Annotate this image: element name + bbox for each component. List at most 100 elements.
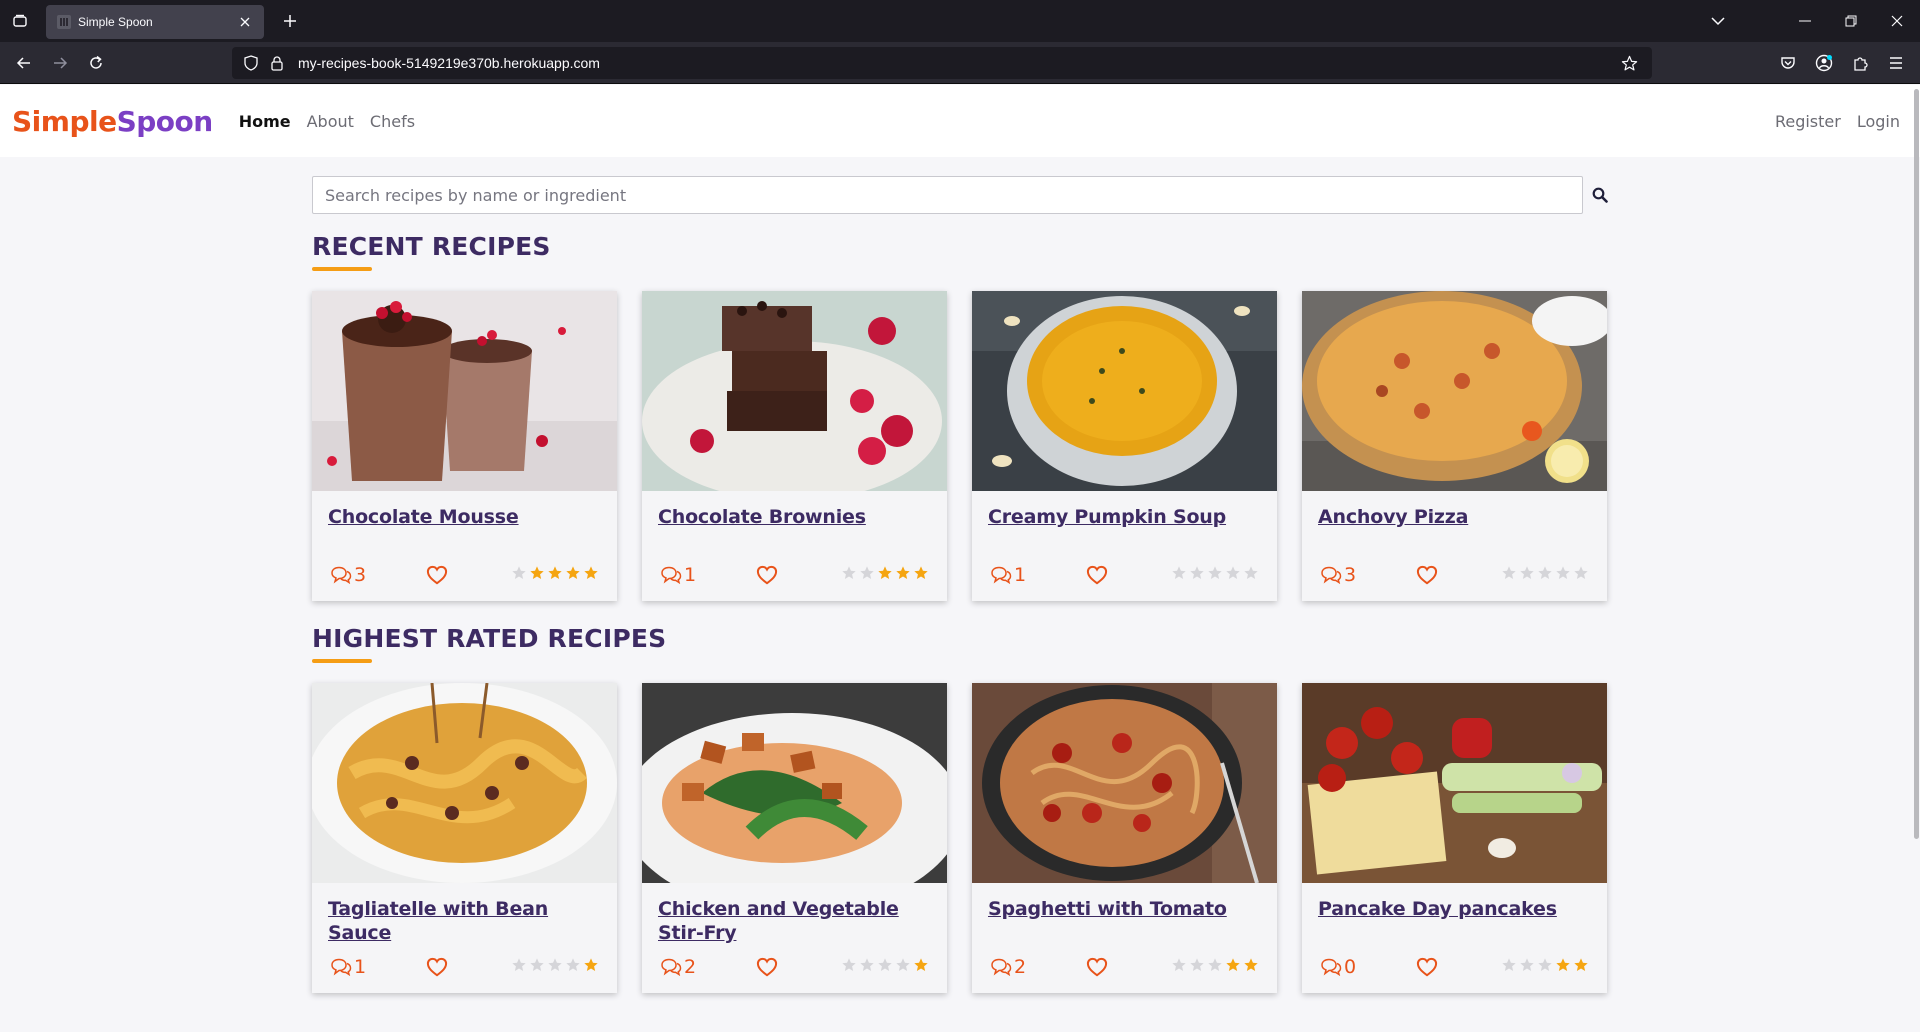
like-heart-icon[interactable]: [1416, 956, 1440, 978]
recipe-card-footer: 3: [1320, 563, 1589, 587]
padlock-icon[interactable]: [266, 52, 288, 74]
recipe-title-link[interactable]: Creamy Pumpkin Soup: [988, 505, 1261, 529]
logo-text-simple: Simple: [12, 104, 117, 138]
star-empty-icon: [565, 957, 581, 977]
comments-icon: [331, 566, 352, 584]
reload-icon[interactable]: [78, 45, 114, 81]
recipe-image[interactable]: [312, 683, 617, 883]
star-empty-icon: [1243, 565, 1259, 585]
like-heart-icon[interactable]: [426, 564, 450, 586]
recipe-card[interactable]: Chicken and Vegetable Stir-Fry 2: [642, 683, 947, 993]
nav-home-link[interactable]: Home: [239, 112, 291, 131]
close-window-icon[interactable]: [1874, 0, 1920, 42]
new-tab-plus-icon[interactable]: [274, 5, 306, 37]
rating-stars[interactable]: [1501, 957, 1589, 977]
address-bar[interactable]: my-recipes-book-5149219e370b.herokuapp.c…: [232, 47, 1652, 79]
restore-window-icon[interactable]: [1828, 0, 1874, 42]
recipe-title-link[interactable]: Anchovy Pizza: [1318, 505, 1591, 529]
main-nav: Home About Chefs: [239, 112, 415, 131]
rating-stars[interactable]: [1171, 957, 1259, 977]
comments-count-value: 0: [1344, 956, 1357, 978]
page-scrollbar[interactable]: [1912, 85, 1920, 1032]
nav-chefs-link[interactable]: Chefs: [370, 112, 415, 131]
recipe-title-link[interactable]: Pancake Day pancakes: [1318, 897, 1591, 921]
recipe-image[interactable]: [312, 291, 617, 491]
nav-about-link[interactable]: About: [307, 112, 354, 131]
recipe-card[interactable]: Anchovy Pizza 3: [1302, 291, 1607, 601]
login-link[interactable]: Login: [1857, 112, 1900, 131]
bookmark-star-icon[interactable]: [1618, 52, 1640, 74]
account-avatar-icon[interactable]: [1806, 45, 1842, 81]
comments-count[interactable]: 1: [330, 956, 426, 978]
recipe-image[interactable]: [642, 291, 947, 491]
recipe-title-link[interactable]: Chocolate Mousse: [328, 505, 601, 529]
recipe-card[interactable]: Spaghetti with Tomato 2: [972, 683, 1277, 993]
hamburger-menu-icon[interactable]: [1878, 45, 1914, 81]
like-heart-icon[interactable]: [756, 956, 780, 978]
star-filled-icon: [1555, 957, 1571, 977]
recipe-search-input[interactable]: [312, 176, 1583, 214]
recipe-title-link[interactable]: Chocolate Brownies: [658, 505, 931, 529]
like-heart-icon[interactable]: [426, 956, 450, 978]
extensions-puzzle-icon[interactable]: [1842, 45, 1878, 81]
like-heart-icon[interactable]: [756, 564, 780, 586]
comments-count[interactable]: 0: [1320, 956, 1416, 978]
forward-arrow-icon[interactable]: [42, 45, 78, 81]
site-logo[interactable]: SimpleSpoon: [12, 105, 213, 138]
comments-count[interactable]: 3: [1320, 564, 1416, 586]
recipe-title-link[interactable]: Spaghetti with Tomato: [988, 897, 1261, 921]
star-empty-icon: [877, 957, 893, 977]
minimize-window-icon[interactable]: [1782, 0, 1828, 42]
star-empty-icon: [895, 957, 911, 977]
recipe-image[interactable]: [972, 291, 1277, 491]
star-filled-icon: [1573, 957, 1589, 977]
pocket-icon[interactable]: [1770, 45, 1806, 81]
comments-count[interactable]: 1: [660, 564, 756, 586]
rating-stars[interactable]: [841, 565, 929, 585]
tab-list-icon[interactable]: [0, 0, 40, 42]
star-empty-icon: [859, 957, 875, 977]
star-empty-icon: [529, 957, 545, 977]
recipe-card[interactable]: Tagliatelle with Bean Sauce 1: [312, 683, 617, 993]
star-filled-icon: [565, 565, 581, 585]
back-arrow-icon[interactable]: [6, 45, 42, 81]
rating-stars[interactable]: [1171, 565, 1259, 585]
recipe-title-link[interactable]: Tagliatelle with Bean Sauce: [328, 897, 601, 945]
rating-stars[interactable]: [1501, 565, 1589, 585]
tracking-protection-shield-icon[interactable]: [240, 52, 262, 74]
rating-stars[interactable]: [511, 565, 599, 585]
rating-stars[interactable]: [841, 957, 929, 977]
recipe-card[interactable]: Chocolate Mousse 3: [312, 291, 617, 601]
like-heart-icon[interactable]: [1416, 564, 1440, 586]
recipe-card[interactable]: Creamy Pumpkin Soup 1: [972, 291, 1277, 601]
comments-count-value: 2: [1014, 956, 1027, 978]
browser-tab-active[interactable]: Simple Spoon: [46, 5, 264, 39]
highest-rated-grid: Tagliatelle with Bean Sauce 1 Chicken an…: [312, 683, 1610, 993]
recipe-card[interactable]: Chocolate Brownies 1: [642, 291, 947, 601]
star-empty-icon: [1501, 565, 1517, 585]
list-all-tabs-chevron-icon[interactable]: [1698, 0, 1738, 42]
recipe-title-link[interactable]: Chicken and Vegetable Stir-Fry: [658, 897, 931, 945]
scrollbar-thumb[interactable]: [1914, 89, 1919, 839]
like-heart-icon[interactable]: [1086, 956, 1110, 978]
comments-icon: [661, 566, 682, 584]
recipe-image[interactable]: [1302, 291, 1607, 491]
recipe-card[interactable]: Pancake Day pancakes 0: [1302, 683, 1607, 993]
star-filled-icon: [913, 957, 929, 977]
recipe-image[interactable]: [972, 683, 1277, 883]
comments-icon: [1321, 566, 1342, 584]
comments-count[interactable]: 1: [990, 564, 1086, 586]
rating-stars[interactable]: [511, 957, 599, 977]
star-empty-icon: [859, 565, 875, 585]
comments-count[interactable]: 2: [990, 956, 1086, 978]
highest-rated-heading: HIGHEST RATED RECIPES: [312, 624, 667, 653]
star-empty-icon: [1519, 957, 1535, 977]
comments-count[interactable]: 3: [330, 564, 426, 586]
register-link[interactable]: Register: [1775, 112, 1841, 131]
comments-count[interactable]: 2: [660, 956, 756, 978]
search-magnifier-icon[interactable]: [1589, 184, 1611, 206]
recipe-image[interactable]: [642, 683, 947, 883]
tab-close-icon[interactable]: [236, 13, 254, 31]
recipe-image[interactable]: [1302, 683, 1607, 883]
like-heart-icon[interactable]: [1086, 564, 1110, 586]
